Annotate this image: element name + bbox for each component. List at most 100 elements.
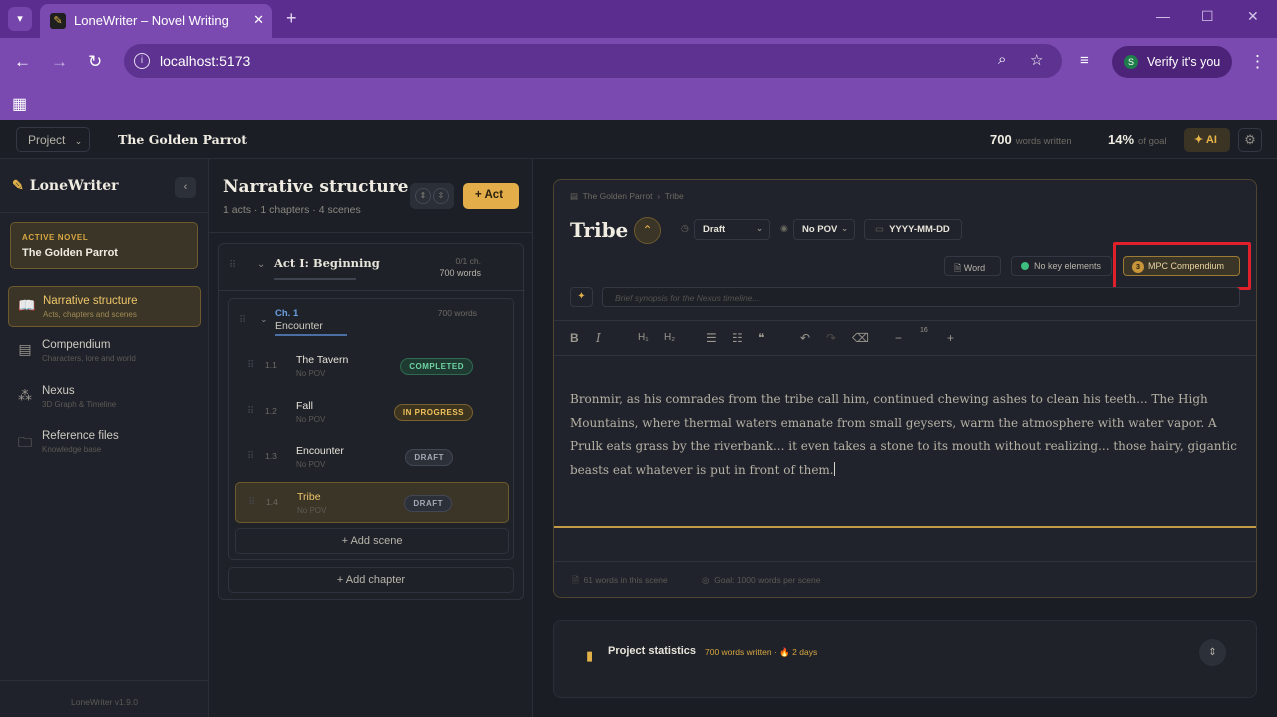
scene-text[interactable]: Bronmir, as his comrades from the tribe … bbox=[570, 388, 1240, 482]
browser-menu-icon[interactable]: ⋮ bbox=[1249, 52, 1266, 72]
reload-icon[interactable]: ↻ bbox=[88, 52, 102, 72]
sidebar-item-compendium[interactable]: ▤ Compendium Characters, lore and world bbox=[8, 331, 201, 372]
act-card: ⠿ ⌄ Act I: Beginning 0/1 ch. 700 words ⠿… bbox=[218, 243, 525, 600]
settings-gear-icon[interactable]: ⚙ bbox=[1238, 128, 1262, 152]
pov-select[interactable]: No POV ⌄ bbox=[793, 219, 855, 240]
active-novel-title: The Golden Parrot bbox=[22, 247, 118, 259]
breadcrumb-scene: Tribe bbox=[664, 191, 684, 201]
drag-handle-icon[interactable]: ⠿ bbox=[248, 497, 255, 508]
add-chapter-button[interactable]: + Add chapter bbox=[228, 567, 514, 593]
sidebar-item-subtitle: Characters, lore and world bbox=[42, 354, 136, 363]
drag-handle-icon[interactable]: ⠿ bbox=[247, 451, 254, 462]
project-title: The Golden Parrot bbox=[118, 132, 248, 147]
project-menu-button[interactable]: Project ⌄ bbox=[16, 127, 90, 152]
drag-handle-icon[interactable]: ⠿ bbox=[247, 406, 254, 417]
minimize-icon[interactable]: — bbox=[1156, 8, 1170, 24]
undo-icon[interactable]: ↶ bbox=[800, 331, 810, 345]
scene-title[interactable]: Tribe bbox=[570, 218, 628, 242]
scene-item[interactable]: ⠿ 1.1 The Tavern No POV COMPLETED bbox=[235, 346, 509, 387]
pov-value: No POV bbox=[802, 224, 838, 235]
increase-font-icon[interactable]: + bbox=[947, 331, 954, 345]
scene-item[interactable]: ⠿ 1.3 Encounter No POV DRAFT bbox=[235, 437, 509, 478]
heading1-icon[interactable]: H₁ bbox=[638, 332, 649, 343]
close-tab-icon[interactable]: ✕ bbox=[253, 12, 264, 28]
collapse-header-icon[interactable]: ⌃ bbox=[634, 217, 661, 244]
tab-search-icon[interactable]: ▾ bbox=[8, 7, 32, 31]
editor-underline bbox=[554, 526, 1256, 528]
new-tab-icon[interactable]: + bbox=[286, 8, 297, 29]
sidebar-item-reference-files[interactable]: 🗀 Reference files Knowledge base bbox=[8, 422, 201, 463]
apps-grid-icon[interactable]: ▦ bbox=[12, 94, 27, 114]
reading-list-icon[interactable]: ≡ bbox=[1080, 52, 1089, 69]
act-chapters-meta: 0/1 ch. bbox=[455, 256, 481, 266]
stats-title: Project statistics bbox=[608, 645, 697, 657]
drag-handle-icon[interactable]: ⠿ bbox=[239, 315, 246, 326]
browser-toolbar: ← → ↻ i localhost:5173 ⌕ ☆ ≡ S Verify it… bbox=[0, 38, 1277, 88]
status-dot-icon bbox=[1021, 262, 1029, 270]
sidebar-item-nexus[interactable]: ⁂ Nexus 3D Graph & Timeline bbox=[8, 377, 201, 418]
breadcrumb-project[interactable]: The Golden Parrot bbox=[583, 191, 653, 201]
zoom-icon[interactable]: ⌕ bbox=[998, 51, 1006, 68]
scene-item-active[interactable]: ⠿ 1.4 Tribe No POV DRAFT bbox=[235, 482, 509, 523]
font-size-value: 16 bbox=[920, 327, 928, 334]
add-scene-button[interactable]: + Add scene bbox=[235, 528, 509, 554]
scene-pov: No POV bbox=[296, 415, 326, 424]
sidebar-item-title: Narrative structure bbox=[43, 295, 138, 307]
chevron-down-icon[interactable]: ⌄ bbox=[260, 314, 268, 325]
sidebar-item-narrative-structure[interactable]: 📖 Narrative structure Acts, chapters and… bbox=[8, 286, 201, 327]
structure-title: Narrative structure bbox=[223, 177, 409, 197]
ordered-list-icon[interactable]: ☷ bbox=[732, 331, 743, 345]
maximize-icon[interactable]: ☐ bbox=[1201, 8, 1214, 25]
close-window-icon[interactable]: ✕ bbox=[1247, 8, 1259, 25]
scene-item[interactable]: ⠿ 1.2 Fall No POV IN PROGRESS bbox=[235, 392, 509, 433]
browser-tab[interactable]: ✎ LoneWriter – Novel Writing ✕ bbox=[40, 4, 272, 38]
scene-name: Encounter bbox=[296, 445, 344, 457]
profile-button[interactable]: S Verify it's you bbox=[1112, 46, 1232, 78]
forward-icon[interactable]: → bbox=[51, 52, 68, 72]
decrease-font-icon[interactable]: − bbox=[895, 331, 902, 345]
quote-icon[interactable]: ❝ bbox=[758, 331, 764, 345]
clock-icon: ◷ bbox=[681, 223, 689, 233]
status-select[interactable]: Draft ⌄ bbox=[694, 219, 770, 240]
stats-days: 2 days bbox=[792, 647, 818, 657]
site-info-icon[interactable]: i bbox=[134, 53, 150, 69]
synopsis-input[interactable]: Brief synopsis for the Nexus timeline... bbox=[602, 287, 1240, 307]
key-elements-button[interactable]: No key elements bbox=[1011, 256, 1112, 276]
tab-title: LoneWriter – Novel Writing bbox=[74, 13, 229, 28]
collapse-all-icon[interactable]: ⇳ bbox=[433, 188, 449, 204]
scene-number: 1.3 bbox=[265, 451, 277, 461]
word-count-text: 61 words in this scene bbox=[583, 575, 668, 585]
sparkle-icon[interactable]: ✦ bbox=[570, 287, 593, 307]
collapse-sidebar-icon[interactable]: ‹ bbox=[175, 177, 196, 198]
book-icon: ▤ bbox=[570, 191, 579, 201]
sidebar-item-title: Compendium bbox=[42, 339, 111, 351]
target-icon: ◎ bbox=[702, 575, 710, 585]
project-statistics-panel[interactable]: ▮ Project statistics 700 words written ·… bbox=[553, 620, 1257, 698]
bold-icon[interactable]: B bbox=[570, 331, 579, 345]
expand-collapse-controls: ⇕ ⇳ bbox=[410, 183, 454, 209]
bullet-list-icon[interactable]: ☰ bbox=[706, 331, 717, 345]
drag-handle-icon[interactable]: ⠿ bbox=[247, 360, 254, 371]
redo-icon[interactable]: ↷ bbox=[826, 331, 836, 345]
drag-handle-icon[interactable]: ⠿ bbox=[229, 260, 236, 271]
words-written-label: words written bbox=[1015, 136, 1072, 147]
eraser-icon[interactable]: ⌫ bbox=[852, 331, 869, 345]
back-icon[interactable]: ← bbox=[14, 52, 31, 72]
expand-all-icon[interactable]: ⇕ bbox=[415, 188, 431, 204]
folder-icon: 🗀 bbox=[18, 434, 32, 450]
date-input[interactable]: ▭ YYYY-MM-DD bbox=[864, 219, 962, 240]
text-cursor bbox=[833, 461, 835, 476]
word-export-button[interactable]: 🗎 Word bbox=[944, 256, 1001, 276]
chevron-down-icon[interactable]: ⌄ bbox=[257, 259, 265, 270]
active-novel-card[interactable]: ACTIVE NOVEL The Golden Parrot bbox=[10, 222, 198, 269]
address-bar[interactable]: i localhost:5173 ⌕ ☆ bbox=[124, 44, 1062, 78]
expand-stats-icon[interactable]: ⇕ bbox=[1199, 639, 1226, 666]
italic-icon[interactable]: I bbox=[596, 331, 601, 345]
add-act-button[interactable]: + Act bbox=[463, 183, 519, 209]
ai-button[interactable]: ✦ AI bbox=[1184, 128, 1230, 152]
bookmark-star-icon[interactable]: ☆ bbox=[1030, 51, 1043, 69]
goal-label: of goal bbox=[1138, 136, 1167, 147]
calendar-icon: ▭ bbox=[875, 224, 884, 235]
act-header[interactable]: ⠿ ⌄ Act I: Beginning 0/1 ch. 700 words bbox=[219, 244, 525, 291]
heading2-icon[interactable]: H₂ bbox=[664, 332, 675, 343]
